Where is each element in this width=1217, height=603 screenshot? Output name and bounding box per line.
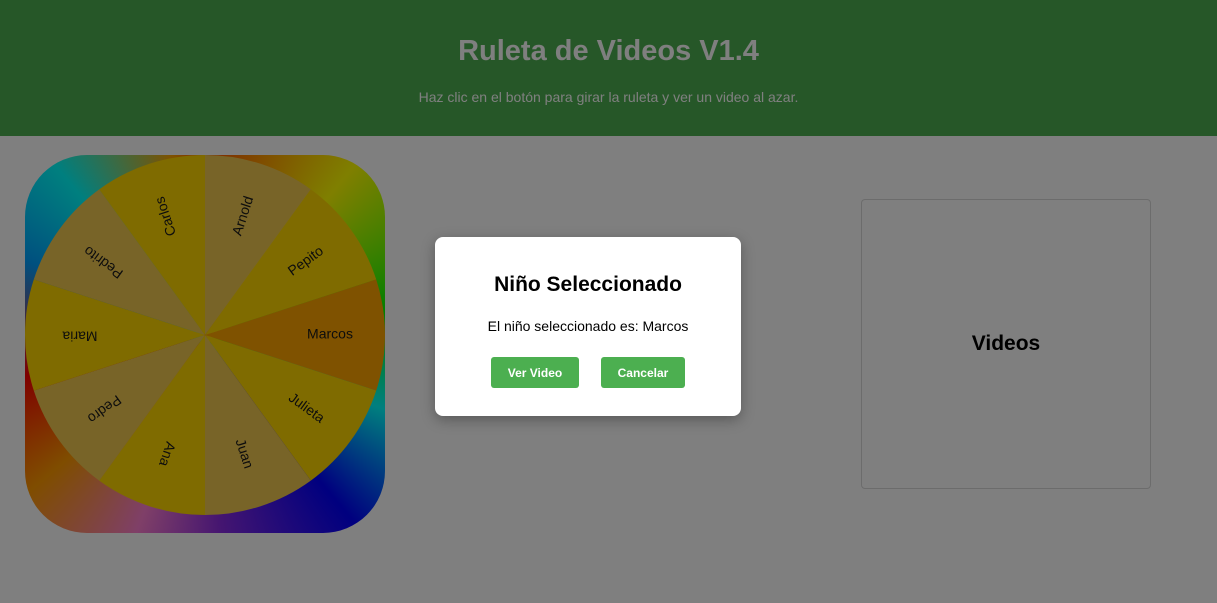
ver-video-button[interactable]: Ver Video bbox=[491, 357, 579, 388]
modal-message: El niño seleccionado es: Marcos bbox=[487, 318, 689, 334]
cancel-button[interactable]: Cancelar bbox=[601, 357, 685, 388]
page: Ruleta de Videos V1.4 Haz clic en el bot… bbox=[0, 0, 1217, 603]
selection-modal: Niño Seleccionado El niño seleccionado e… bbox=[435, 237, 741, 416]
modal-title: Niño Seleccionado bbox=[494, 273, 682, 296]
